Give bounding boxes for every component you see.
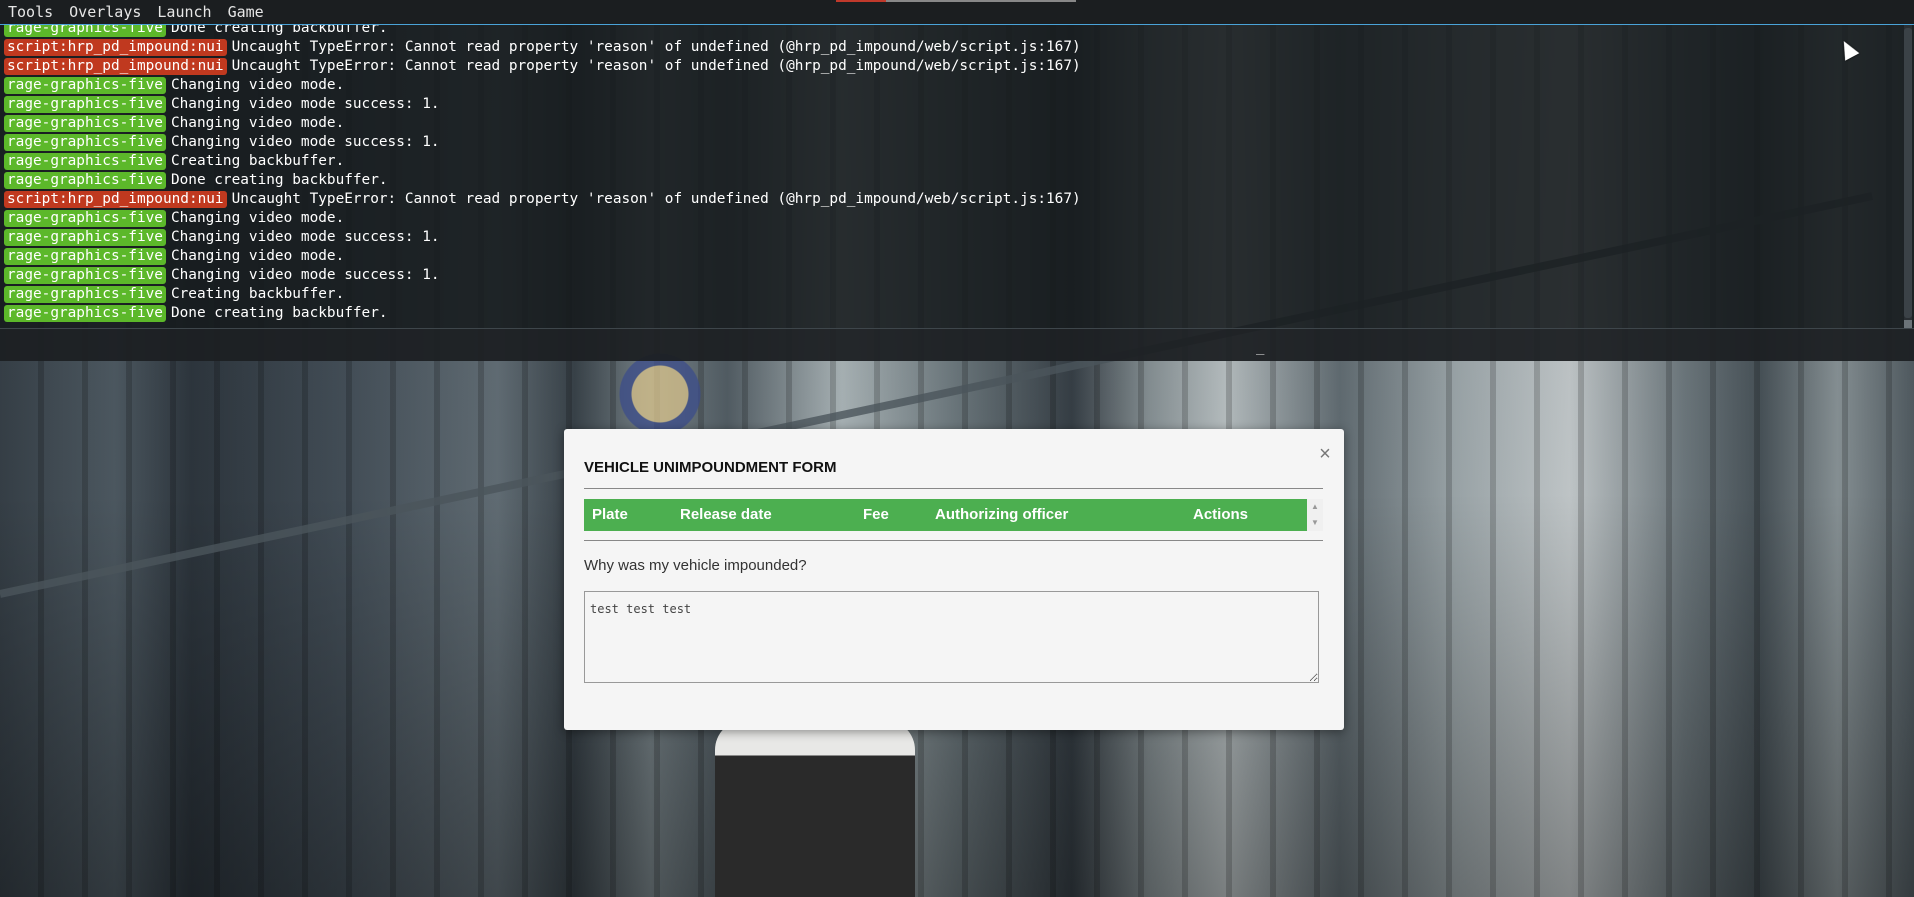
table-header: Plate Release date Fee Authorizing offic…	[584, 499, 1307, 531]
console-message: Changing video mode success: 1.	[170, 96, 440, 112]
console-line: rage-graphics-five Changing video mode.	[4, 209, 1894, 228]
console-message: Changing video mode.	[170, 77, 345, 93]
console-source-tag: rage-graphics-five	[4, 153, 166, 170]
console-line: script:hrp_pd_impound:nui Uncaught TypeEr…	[4, 57, 1894, 76]
player-character	[715, 720, 915, 897]
console-line: script:hrp_pd_impound:nui Uncaught TypeEr…	[4, 38, 1894, 57]
menu-game[interactable]: Game	[220, 0, 272, 24]
console-source-tag: rage-graphics-five	[4, 286, 166, 303]
console-message: Changing video mode.	[170, 248, 345, 264]
console-line: rage-graphics-five Changing video mode.	[4, 114, 1894, 133]
menu-overlays[interactable]: Overlays	[61, 0, 149, 24]
console-message: Done creating backbuffer.	[170, 305, 388, 321]
console-line: rage-graphics-five Creating backbuffer.	[4, 285, 1894, 304]
console-input-bar[interactable]: _	[0, 328, 1914, 361]
menu-launch[interactable]: Launch	[149, 0, 219, 24]
console-source-tag: rage-graphics-five	[4, 172, 166, 189]
console-message: Done creating backbuffer.	[170, 25, 388, 36]
console-scrollbar-thumb[interactable]	[1904, 28, 1912, 318]
menu-tools[interactable]: Tools	[0, 0, 61, 24]
console-line: rage-graphics-five Changing video mode.	[4, 76, 1894, 95]
dev-menubar: Tools Overlays Launch Game	[0, 0, 1914, 25]
console-source-tag: rage-graphics-five	[4, 305, 166, 322]
console-source-tag: rage-graphics-five	[4, 77, 166, 94]
console-line: rage-graphics-five Changing video mode su…	[4, 266, 1894, 285]
console-message: Done creating backbuffer.	[170, 172, 388, 188]
console-message: Uncaught TypeError: Cannot read property…	[231, 58, 1081, 74]
console-log-panel[interactable]: rage-graphics-five Done creating backbuff…	[0, 25, 1914, 328]
console-line: rage-graphics-five Changing video mode su…	[4, 228, 1894, 247]
console-message: Changing video mode success: 1.	[170, 134, 440, 150]
console-message: Creating backbuffer.	[170, 286, 345, 302]
table-divider	[584, 540, 1323, 541]
console-line: rage-graphics-five Changing video mode.	[4, 247, 1894, 266]
console-line: rage-graphics-five Changing video mode su…	[4, 133, 1894, 152]
scroll-down-arrow-icon[interactable]	[1904, 320, 1912, 328]
impound-table: Plate Release date Fee Authorizing offic…	[584, 499, 1323, 533]
console-line: rage-graphics-five Done creating backbuff…	[4, 25, 1894, 38]
console-line: rage-graphics-five Done creating backbuff…	[4, 171, 1894, 190]
console-scrollbar[interactable]	[1904, 25, 1912, 328]
console-source-tag: script:hrp_pd_impound:nui	[4, 39, 227, 56]
console-source-tag: script:hrp_pd_impound:nui	[4, 191, 227, 208]
console-source-tag: rage-graphics-five	[4, 25, 166, 37]
console-source-tag: rage-graphics-five	[4, 134, 166, 151]
vehicle-unimpound-dialog: VEHICLE UNIMPOUNDMENT FORM × Plate Relea…	[564, 429, 1344, 730]
console-source-tag: rage-graphics-five	[4, 267, 166, 284]
console-message: Creating backbuffer.	[170, 153, 345, 169]
console-message: Changing video mode.	[170, 210, 345, 226]
column-header-fee: Fee	[863, 506, 889, 523]
console-source-tag: rage-graphics-five	[4, 115, 166, 132]
console-message: Uncaught TypeError: Cannot read property…	[231, 39, 1081, 55]
column-header-plate: Plate	[592, 506, 628, 523]
console-message: Uncaught TypeError: Cannot read property…	[231, 191, 1081, 207]
reason-textarea[interactable]: test test test	[584, 591, 1319, 683]
column-header-actions: Actions	[1193, 506, 1249, 523]
column-header-authorizing-officer: Authorizing officer	[935, 506, 1069, 523]
console-input-cursor: _	[1256, 339, 1265, 355]
table-scrollbar[interactable]: ▲ ▼	[1307, 499, 1323, 531]
dialog-title: VEHICLE UNIMPOUNDMENT FORM	[584, 459, 837, 476]
console-message: Changing video mode success: 1.	[170, 267, 440, 283]
console-line: rage-graphics-five Changing video mode su…	[4, 95, 1894, 114]
title-divider	[584, 488, 1323, 489]
console-lines: rage-graphics-five Done creating backbuff…	[4, 25, 1894, 323]
console-source-tag: rage-graphics-five	[4, 96, 166, 113]
console-line: rage-graphics-five Done creating backbuff…	[4, 304, 1894, 323]
console-source-tag: script:hrp_pd_impound:nui	[4, 58, 227, 75]
close-icon[interactable]: ×	[1316, 444, 1334, 464]
console-source-tag: rage-graphics-five	[4, 210, 166, 227]
question-label: Why was my vehicle impounded?	[584, 557, 807, 574]
column-header-release-date: Release date	[680, 506, 772, 523]
console-message: Changing video mode.	[170, 115, 345, 131]
chevron-down-icon[interactable]: ▼	[1307, 515, 1323, 531]
console-message: Changing video mode success: 1.	[170, 229, 440, 245]
console-line: script:hrp_pd_impound:nui Uncaught TypeEr…	[4, 190, 1894, 209]
chevron-up-icon[interactable]: ▲	[1307, 499, 1323, 515]
menubar-indicator	[836, 0, 1076, 2]
console-source-tag: rage-graphics-five	[4, 248, 166, 265]
console-source-tag: rage-graphics-five	[4, 229, 166, 246]
console-line: rage-graphics-five Creating backbuffer.	[4, 152, 1894, 171]
